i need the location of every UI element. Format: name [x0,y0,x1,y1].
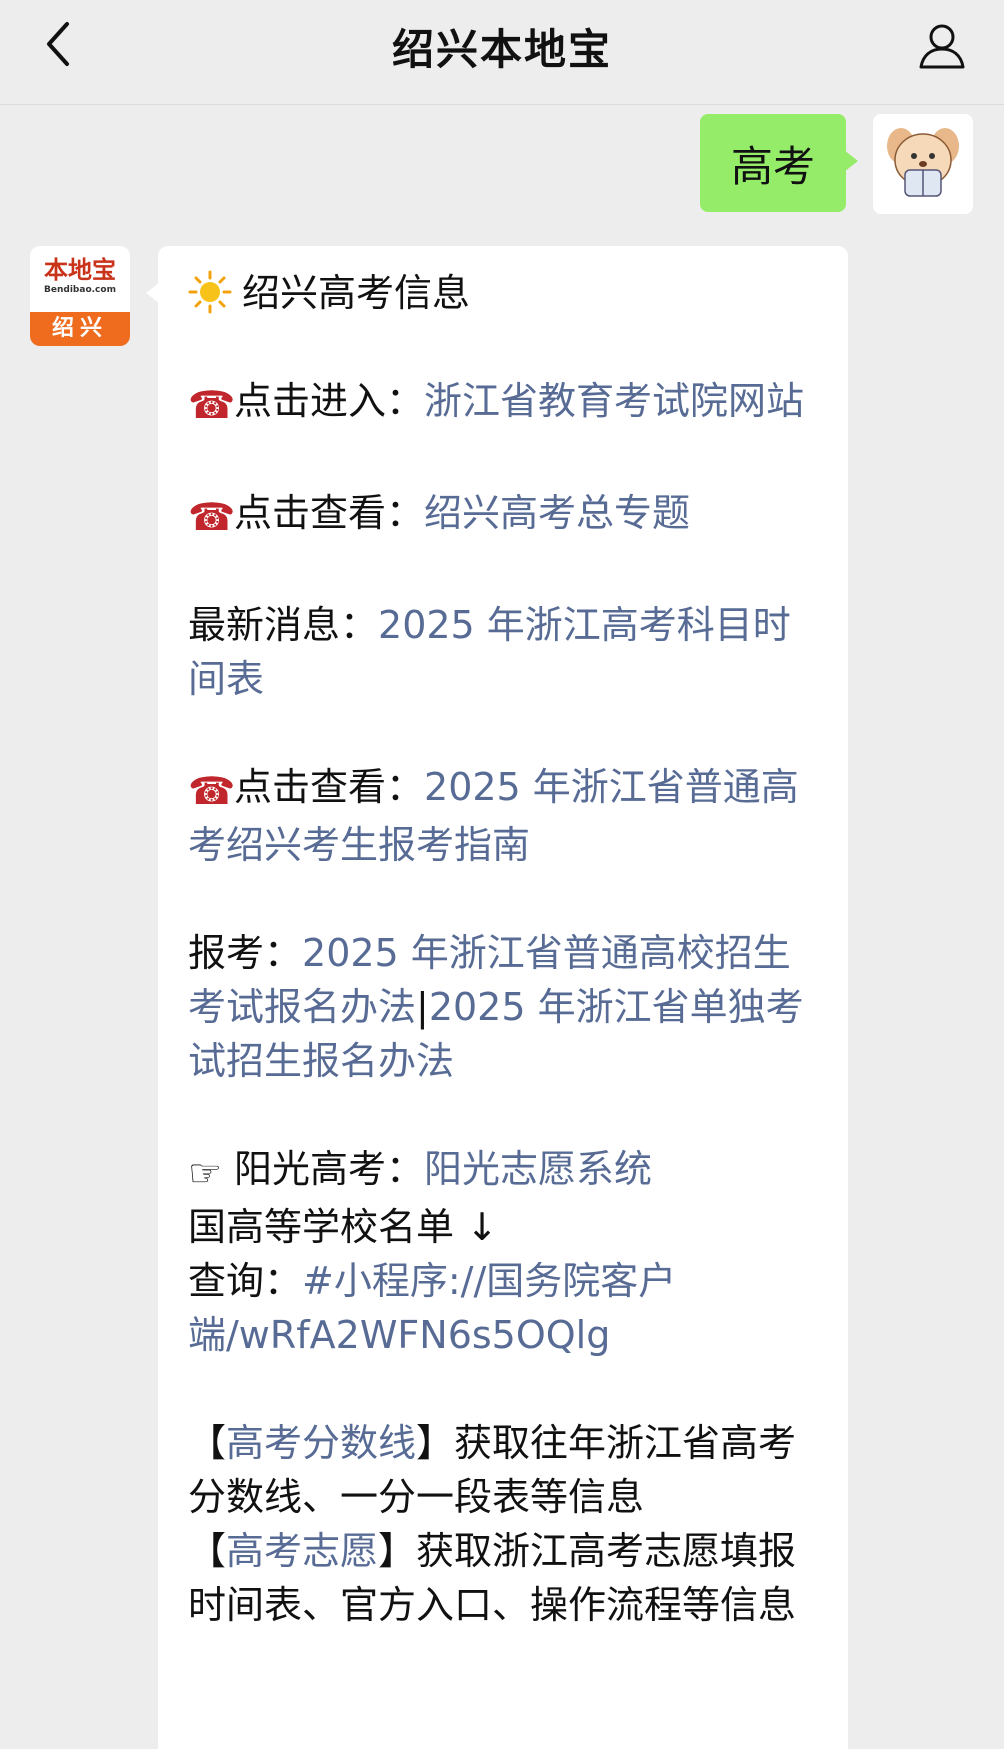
incoming-message: 绍兴高考信息 ☎点击进入：浙江省教育考试院网站 ☎点击查看：绍兴高考总专题 最新… [146,246,848,1749]
item-latest-news: 最新消息：2025 年浙江高考科目时间表 [188,598,822,706]
logo-text: 本地宝 [44,256,116,284]
item3-label: 最新消息： [188,603,379,647]
item2-label: 点击查看： [234,491,425,535]
bracket-close: 】 [416,1421,455,1465]
query-label: 查询： [188,1259,303,1303]
shaoxing-topic-link[interactable]: 绍兴高考总专题 [424,491,690,535]
top-bar: 绍兴本地宝 [0,0,1004,105]
item5-label: 报考： [188,931,303,975]
sun-icon [188,270,232,314]
profile-button[interactable] [912,16,972,76]
puppy-avatar-icon [887,128,959,197]
item-exam-authority: ☎点击进入：浙江省教育考试院网站 [188,374,822,432]
person-icon [919,24,965,69]
chat-title: 绍兴本地宝 [391,25,612,74]
user-avatar[interactable] [873,114,973,214]
exam-authority-link[interactable]: 浙江省教育考试院网站 [424,379,804,423]
outgoing-message[interactable]: 高考 [700,114,858,212]
separator: | [416,985,429,1029]
item4-label: 点击查看： [234,765,425,809]
university-list-text: 国高等学校名单 ↓ [188,1205,498,1249]
sunshine-volunteer-link[interactable]: 阳光志愿系统 [424,1147,652,1191]
item1-label: 点击进入： [234,379,425,423]
bracket-open: 【 [188,1421,227,1465]
headline-text: 绍兴高考信息 [242,271,471,315]
volunteer-keyword[interactable]: 高考志愿 [226,1529,378,1573]
logo-url: Bendibao.com [44,285,116,295]
phone-icon: ☎ [188,495,236,539]
item-registration: 报考：2025 年浙江省普通高校招生考试报名办法|2025 年浙江省单独考试招生… [188,926,822,1088]
keyword-volunteer: 【高考志愿】获取浙江高考志愿填报时间表、官方入口、操作流程等信息 [188,1524,822,1632]
phone-icon: ☎ [188,769,236,813]
keyword-score-line: 【高考分数线】获取往年浙江省高考分数线、一分一段表等信息 [188,1416,822,1524]
item-shaoxing-topic: ☎点击查看：绍兴高考总专题 [188,486,822,544]
logo-top: 本地宝 Bendibao.com [30,246,130,312]
item-sunshine: ☞ 阳光高考：阳光志愿系统 国高等学校名单 ↓ 查询：#小程序://国务院客户端/… [188,1142,822,1362]
bracket-close: 】 [378,1529,417,1573]
score-line-keyword[interactable]: 高考分数线 [226,1421,416,1465]
logo-city: 绍兴 [30,312,130,346]
item-guide: ☎点击查看：2025 年浙江省普通高考绍兴考生报考指南 [188,760,822,872]
headline-line: 绍兴高考信息 [188,266,822,320]
phone-icon: ☎ [188,383,236,427]
bracket-open: 【 [188,1529,227,1573]
bendibao-avatar[interactable]: 本地宝 Bendibao.com 绍兴 [30,246,130,346]
pointing-hand-icon: ☞ [188,1151,223,1195]
item6-label: 阳光高考： [234,1147,425,1191]
